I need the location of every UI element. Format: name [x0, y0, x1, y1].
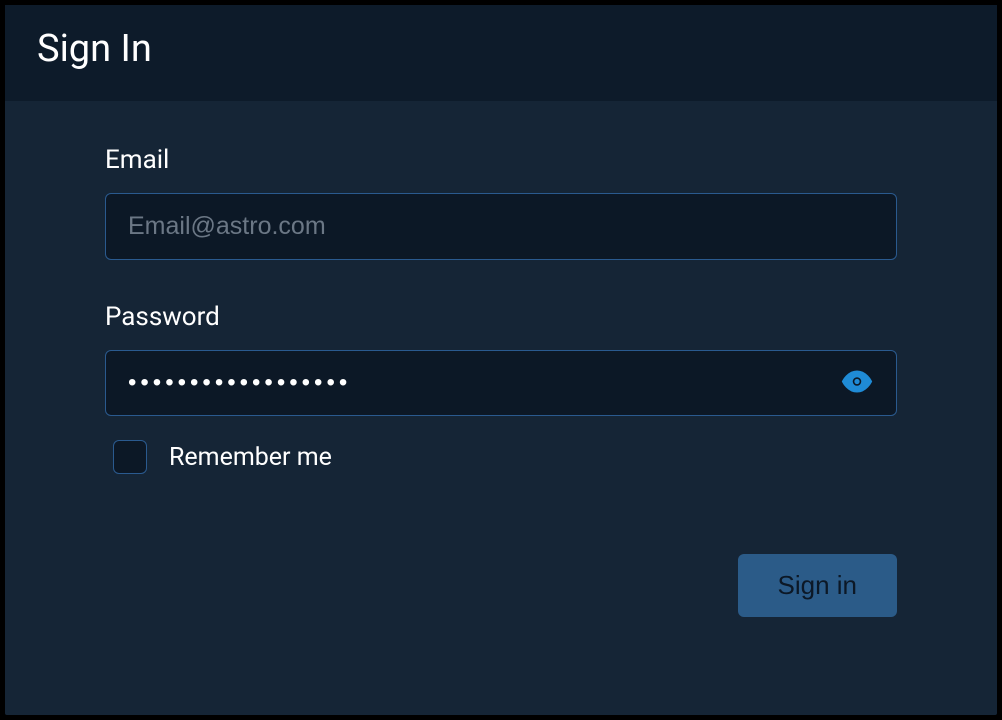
signin-form: Email Password — [5, 103, 997, 504]
password-field[interactable] — [105, 350, 897, 416]
email-field[interactable] — [105, 193, 897, 260]
password-label: Password — [105, 302, 897, 332]
remember-me-label: Remember me — [169, 443, 332, 472]
remember-row: Remember me — [113, 440, 897, 474]
signin-button[interactable]: Sign in — [738, 554, 898, 617]
eye-icon — [841, 366, 873, 401]
email-group: Email — [105, 145, 897, 260]
password-input-wrap — [105, 350, 897, 416]
dialog-header: Sign In — [5, 5, 997, 103]
page-title: Sign In — [37, 27, 965, 71]
email-label: Email — [105, 145, 897, 175]
email-input-wrap — [105, 193, 897, 260]
signin-dialog: Sign In Email Password — [5, 5, 997, 715]
password-group: Password — [105, 302, 897, 416]
dialog-footer: Sign in — [5, 524, 997, 647]
toggle-password-visibility-button[interactable] — [837, 362, 877, 405]
remember-me-checkbox[interactable] — [113, 440, 147, 474]
